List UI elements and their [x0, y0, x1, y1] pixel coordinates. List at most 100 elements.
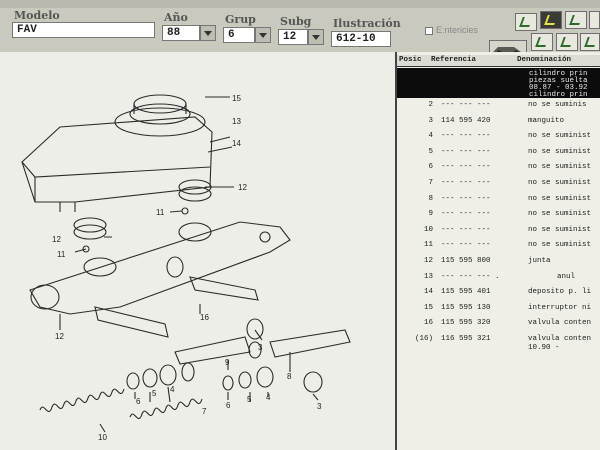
table-row[interactable]: 2 --- --- --- no se suminis: [397, 98, 600, 114]
col-header-pos: Posic: [399, 56, 422, 64]
row-pos: 13: [423, 272, 433, 281]
callout: 14: [232, 139, 241, 148]
selected-row[interactable]: cilindro prin piezas suelta 08.87 - 03.9…: [397, 68, 600, 99]
table-row[interactable]: 3 114 595 420 manguito: [397, 114, 600, 130]
row-den-date: 10.90 -: [528, 343, 560, 352]
grup-label: Grup: [225, 13, 256, 26]
row-ref: --- --- ---: [441, 210, 491, 219]
row-ref: 116 595 321: [441, 334, 491, 343]
callout: 3: [317, 402, 322, 411]
table-row[interactable]: 4 --- --- --- no se suminist: [397, 129, 600, 145]
callout: 10: [98, 433, 107, 442]
arrow-icon: [519, 17, 533, 27]
col-header-den: Denominación: [517, 56, 572, 64]
ano-dropdown-button[interactable]: [200, 25, 216, 41]
row-pos: 4: [428, 132, 433, 141]
callout: 15: [232, 94, 241, 103]
table-row[interactable]: 7 --- --- --- no se suminist: [397, 176, 600, 192]
piston-upper-shape: [269, 329, 351, 358]
row-ref: --- --- ---: [441, 163, 491, 172]
piston-lower-shape: [174, 336, 251, 365]
row-ref: --- --- ---: [441, 194, 491, 203]
row-ref: 114 595 420: [441, 116, 491, 125]
table-row[interactable]: 16 115 595 320 valvula conten: [397, 316, 600, 332]
callout: 4: [170, 385, 175, 394]
row-den: junta: [528, 256, 551, 265]
table-row[interactable]: 12 115 595 800 junta: [397, 254, 600, 270]
entericies-checkbox[interactable]: [425, 27, 433, 35]
row-den: no se suminist: [528, 132, 592, 141]
callout: 12: [238, 183, 247, 192]
row-pos: 8: [428, 194, 433, 203]
modelo-label: Modelo: [14, 9, 60, 22]
table-row[interactable]: (16) 116 595 321 valvula conten 10.90 -: [397, 332, 600, 358]
row-pos: 15: [423, 303, 433, 312]
arrow-icon: [544, 15, 558, 25]
row-den: no se suminist: [528, 210, 592, 219]
row-den: no se suminist: [528, 163, 592, 172]
row-den: no se suminist: [528, 147, 592, 156]
cylinder-body-shape: [29, 221, 291, 315]
illustration-next-button[interactable]: [556, 33, 578, 51]
entericies-label: E:ntericies: [436, 25, 479, 35]
callout: 9: [225, 358, 230, 367]
illustration-last-button[interactable]: [580, 33, 600, 51]
row-ref: 115 595 130: [441, 303, 491, 312]
table-row[interactable]: 13 --- --- --- . anul: [397, 270, 600, 286]
row-pos: 7: [428, 178, 433, 187]
parts-table-body: 2 --- --- --- no se suminis 3 114 595 420 ma…: [397, 98, 600, 358]
ilustracion-field[interactable]: 612-10: [331, 31, 391, 47]
prev-group-button[interactable]: [515, 13, 537, 31]
next-subgroup-button[interactable]: [565, 11, 587, 29]
prev-subgroup-button[interactable]: [540, 11, 562, 29]
row-den: manguito: [528, 116, 565, 125]
table-row[interactable]: 10 --- --- --- no se suminist: [397, 223, 600, 239]
row-ref: --- --- ---: [441, 241, 491, 250]
grup-field[interactable]: 6: [223, 27, 255, 43]
ano-label: Año: [164, 11, 188, 24]
callout: 13: [232, 117, 241, 126]
table-row[interactable]: 8 --- --- --- no se suminist: [397, 192, 600, 208]
exploded-diagram[interactable]: 15 13 14 12 11 12 11 16 12 9 3 8 7 5 4 6…: [0, 52, 397, 450]
ilustracion-label: Ilustración: [333, 17, 401, 30]
callout: 16: [200, 313, 209, 322]
row-pos: 14: [423, 288, 433, 297]
row-pos: 5: [428, 147, 433, 156]
table-row[interactable]: 9 --- --- --- no se suminist: [397, 207, 600, 223]
ano-field[interactable]: 88: [162, 25, 200, 41]
row-ref: --- --- ---: [441, 178, 491, 187]
row-pos: 10: [423, 225, 433, 234]
row-ref: --- --- ---: [441, 225, 491, 234]
valve-upper-shape: [189, 276, 259, 301]
row-ref: 115 595 800: [441, 256, 491, 265]
parts-list-panel: Posic Referencia Denominación cilindro p…: [397, 52, 600, 450]
row-den: anul: [557, 272, 576, 281]
callout: 5: [152, 389, 157, 398]
callout: 11: [57, 250, 66, 259]
callout: 12: [55, 332, 64, 341]
table-row[interactable]: 15 115 595 130 interruptor ni: [397, 301, 600, 317]
top-strip: [0, 0, 600, 8]
row-pos: 12: [423, 256, 433, 265]
row-den: interruptor ni: [528, 303, 592, 312]
table-row[interactable]: 14 115 595 401 deposito p. li: [397, 285, 600, 301]
subg-dropdown-button[interactable]: [308, 29, 324, 45]
callout: 11: [156, 208, 165, 217]
row-pos: 9: [428, 210, 433, 219]
arrow-icon: [584, 37, 598, 47]
row-pos: 11: [423, 241, 433, 250]
illustration-prev-button[interactable]: [531, 33, 553, 51]
subg-field[interactable]: 12: [278, 29, 308, 45]
next-group-button[interactable]: [589, 11, 600, 29]
table-row[interactable]: 11 --- --- --- no se suminist: [397, 238, 600, 254]
callout: 12: [52, 235, 61, 244]
callout: 8: [287, 372, 292, 381]
row-den: no se suminist: [528, 178, 592, 187]
grup-dropdown-button[interactable]: [255, 27, 271, 43]
row-den: no se suminist: [528, 194, 592, 203]
row-ref: --- --- ---: [441, 101, 491, 109]
table-row[interactable]: 6 --- --- --- no se suminist: [397, 160, 600, 176]
modelo-field[interactable]: FAV: [12, 22, 155, 38]
table-row[interactable]: 5 --- --- --- no se suminist: [397, 145, 600, 161]
arrow-icon: [569, 15, 583, 25]
